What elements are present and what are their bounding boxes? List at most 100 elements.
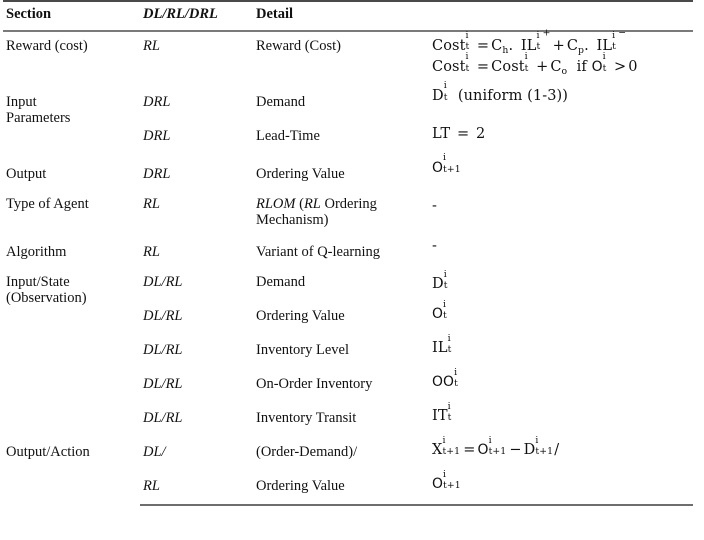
cell-type: DL/RL [140,300,253,334]
detail-label: Reward (Cost) [256,37,341,54]
cell-type: RL [140,470,253,507]
cell-type: DL/RL [140,270,253,300]
specification-table: Section DL/RL/DRL Detail Reward (cost) R… [3,0,693,507]
cell-formula: O i t+1 [430,152,693,192]
cell-detail: Ordering Value [253,300,430,334]
cell-type: RL [140,31,253,82]
cell-detail: Demand [253,270,430,300]
type-label: DL/ [143,444,166,461]
cell-formula: D it (uniform (1-3)) [430,80,693,120]
formula-line-1: Cost i t = Ch. IL i + t + Cp. IL i − t [432,27,627,56]
section-label: Input Parameters [3,82,140,130]
cell-type: DL/RL [140,368,253,402]
detail-italic-rl: RL [303,195,321,212]
formula-state-order: O it [432,298,447,323]
section-label-line2: Parameters [6,109,71,126]
cell-formula: D it [430,268,693,300]
type-label: DL/RL [143,274,183,291]
cell-formula: X i t+1 = O i t+1− D i t+1/ [430,434,693,470]
cell-type: DRL [140,154,253,192]
detail-label: Lead-Time [256,127,320,144]
cell-section: Algorithm [3,232,140,270]
cell-section: Output [3,154,140,192]
formula-demand-uniform: D it (uniform (1-3)) [432,80,569,104]
cell-detail: (Order-Demand)/ [253,436,430,470]
formula-action-order: O i t+1 [432,468,461,493]
formula-inventory-transit: IT it [432,400,452,425]
cell-type: DRL [140,82,253,120]
detail-label: Variant of Q-learning [256,244,381,261]
type-label: DRL [143,127,171,144]
formula-inventory-level: IL it [432,332,452,357]
cell-formula: IT it [430,400,693,436]
table-row: Reward (cost) RL Reward (Cost) Cost i t = C… [3,27,693,82]
formula-dash-algorithm: - [432,238,437,255]
type-label: DRL [143,165,171,182]
section-label-line1: Input [6,93,37,110]
type-label: RL [143,478,160,495]
type-label: RL [143,244,160,261]
table-row: Input/State (Observation) DL/RL Demand D… [3,268,693,307]
header-section: Section [3,0,140,32]
table-row: Output/Action DL/ (Order-Demand)/ X i t+1… [3,434,693,470]
detail-label-rlom: RLOM (RL Ordering Mechanism) [256,195,377,228]
table-row: Algorithm RL Variant of Q-learning - [3,232,693,270]
cell-detail: Lead-Time [253,120,430,154]
header-row: Section DL/RL/DRL Detail [3,0,693,32]
cell-detail: Demand [253,82,430,120]
cell-type: DL/RL [140,334,253,368]
formula-action-x: X i t+1 = O i t+1− D i t+1/ [432,434,560,459]
cell-formula: IL it [430,332,693,368]
formula-state-demand: D it [432,268,448,293]
header-type: DL/RL/DRL [140,0,253,32]
cell-type: RL [140,192,253,232]
section-label: Algorithm [6,244,67,261]
header-formula [430,0,693,32]
cell-formula: Cost i t = Ch. IL i + t + Cp. IL i − t Cost i t =… [430,27,693,82]
type-label: DL/RL [143,342,183,359]
table-row: Input Parameters DRL Demand D it (unifor… [3,80,693,126]
cell-section: Input Parameters [3,82,140,154]
detail-italic-rlom: RLOM [256,195,296,212]
section-label: Type of Agent [6,195,89,212]
cell-section: Output/Action [3,436,140,505]
type-label: DRL [143,93,171,110]
cell-formula: - [430,232,693,270]
cell-detail: On-Order Inventory [253,368,430,402]
table-row: Output DRL Ordering Value O i t+1 [3,152,693,192]
detail-label: Ordering Value [256,478,345,495]
cell-type: DL/RL [140,402,253,436]
detail-label: (Order-Demand)/ [256,444,358,461]
cell-type: DL/ [140,436,253,470]
header-detail: Detail [253,0,430,32]
type-label: RL [143,37,160,54]
cell-formula: - [430,192,693,232]
cell-detail: Ordering Value [253,470,430,507]
formula-dash-agent: - [432,197,437,214]
formula-reward: Cost i t = Ch. IL i + t + Cp. IL i − t Cost i t =… [430,27,693,82]
detail-label: On-Order Inventory [256,376,373,393]
cell-formula: OO it [430,366,693,402]
section-label: Output/Action [6,444,90,461]
cell-section: Input/State (Observation) [3,270,140,436]
formula-on-order-inventory: OO it [432,366,458,391]
section-label: Output [6,165,47,182]
table-header: Section DL/RL/DRL Detail [3,0,693,32]
detail-label: Ordering Value [256,165,345,182]
cell-formula: LT = 2 [430,120,693,154]
cell-detail: Inventory Level [253,334,430,368]
detail-label: Inventory Level [256,342,350,359]
formula-lead-time: LT = 2 [432,125,486,142]
cell-detail: RLOM (RL Ordering Mechanism) [253,192,430,232]
type-label: DL/RL [143,308,183,325]
cell-section: Type of Agent [3,192,140,232]
section-label-line2: (Observation) [6,290,87,307]
section-label-line1: Input/State [6,274,70,291]
cell-detail: Inventory Transit [253,402,430,436]
detail-label: Demand [256,274,306,291]
table-row: Type of Agent RL RLOM (RL Ordering Mechan… [3,192,693,232]
formula-output-order: O i t+1 [432,152,461,176]
formula-line-2: Cost i t = Cost i t + Co if O i t >0 [432,51,638,77]
cell-formula: O i t+1 [430,468,693,507]
type-label: DL/RL [143,410,183,427]
